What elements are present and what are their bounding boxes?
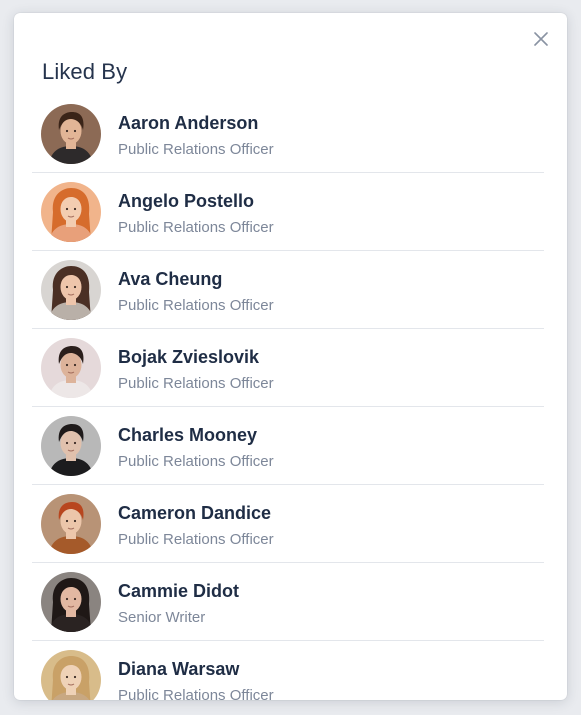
avatar-image (41, 416, 101, 476)
list-item[interactable]: Angelo Postello Public Relations Officer (32, 173, 544, 251)
modal-title: Liked By (42, 59, 128, 84)
person-role: Senior Writer (118, 609, 206, 626)
person-role: Public Relations Officer (118, 453, 274, 470)
avatar-image (41, 572, 101, 632)
list-item[interactable]: Aaron Anderson Public Relations Officer (32, 95, 544, 173)
person-name[interactable]: Diana Warsaw (118, 659, 239, 680)
list-item[interactable]: Diana Warsaw Public Relations Officer (32, 641, 544, 700)
liked-by-modal: Liked By Aaron Anderson Public Relations … (14, 13, 567, 700)
avatar[interactable] (41, 338, 101, 398)
avatar[interactable] (41, 650, 101, 700)
list-item[interactable]: Cammie Didot Senior Writer (32, 563, 544, 641)
avatar-image (41, 182, 101, 242)
person-name[interactable]: Ava Cheung (118, 269, 222, 290)
person-name[interactable]: Cameron Dandice (118, 503, 271, 524)
list-item[interactable]: Charles Mooney Public Relations Officer (32, 407, 544, 485)
avatar-image (41, 338, 101, 398)
person-name[interactable]: Charles Mooney (118, 425, 257, 446)
person-role: Public Relations Officer (118, 687, 274, 700)
list-item[interactable]: Cameron Dandice Public Relations Officer (32, 485, 544, 563)
close-icon (534, 32, 548, 46)
avatar[interactable] (41, 494, 101, 554)
list-item[interactable]: Ava Cheung Public Relations Officer (32, 251, 544, 329)
avatar[interactable] (41, 572, 101, 632)
avatar-image (41, 494, 101, 554)
close-button[interactable] (529, 27, 553, 51)
person-role: Public Relations Officer (118, 531, 274, 548)
avatar-image (41, 260, 101, 320)
avatar[interactable] (41, 104, 101, 164)
person-name[interactable]: Cammie Didot (118, 581, 239, 602)
person-role: Public Relations Officer (118, 141, 274, 158)
avatar-image (41, 104, 101, 164)
list-item[interactable]: Bojak Zvieslovik Public Relations Officer (32, 329, 544, 407)
liked-by-list: Aaron Anderson Public Relations Officer An… (32, 95, 544, 700)
person-role: Public Relations Officer (118, 219, 274, 236)
person-role: Public Relations Officer (118, 375, 274, 392)
person-name[interactable]: Bojak Zvieslovik (118, 347, 259, 368)
avatar[interactable] (41, 260, 101, 320)
avatar-image (41, 650, 101, 700)
person-name[interactable]: Angelo Postello (118, 191, 254, 212)
person-role: Public Relations Officer (118, 297, 274, 314)
avatar[interactable] (41, 416, 101, 476)
person-name[interactable]: Aaron Anderson (118, 113, 258, 134)
avatar[interactable] (41, 182, 101, 242)
